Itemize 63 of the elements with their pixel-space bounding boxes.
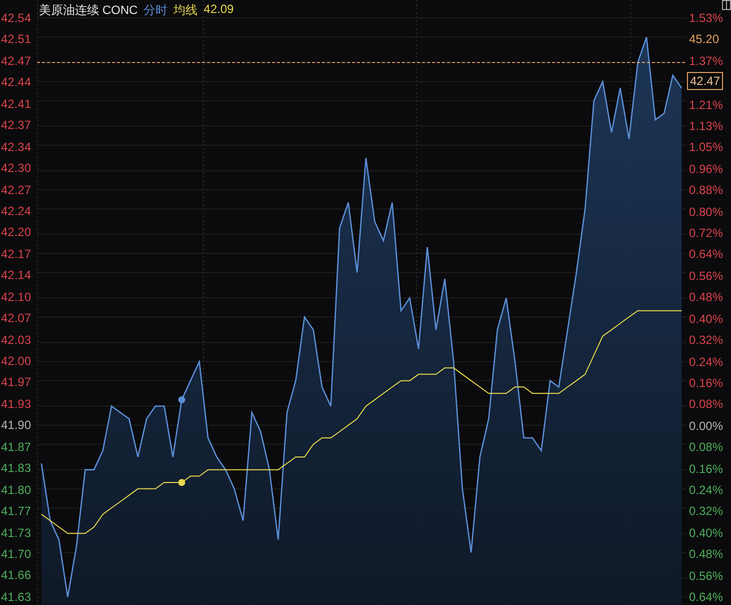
axis-label: 41.63 [1,590,32,604]
cursor-dot [178,478,186,486]
axis-label: 42.47 [1,54,32,68]
axis-label: 42.24 [1,204,32,218]
axis-label: 42.51 [1,32,32,46]
axis-label: 42.00 [1,354,32,368]
legend-label: 均线 [174,2,198,19]
axis-label: 42.34 [1,140,32,154]
axis-label: 41.90 [1,418,32,432]
axis-label: 0.08% [689,397,724,412]
axis-label: 42.27 [1,182,32,196]
chart-title: 美原油连续 CONC [39,2,138,19]
axis-label: 41.66 [1,568,32,582]
axis-label: 42.14 [1,268,32,282]
axis-label: 41.80 [1,482,32,497]
axis-label: 0.40% [689,526,724,540]
axis-label: 1.53% [689,11,724,25]
axis-label: 0.88% [689,183,724,198]
axis-label: 41.77 [1,504,32,518]
axis-label: 1.37% [689,54,724,68]
axis-label: 42.10 [1,290,32,304]
axis-label: 42.03 [1,332,32,347]
axis-label: 42.07 [1,311,32,326]
axis-label: 45.20 [689,32,720,46]
axis-label: 0.24% [689,482,724,497]
price-tag: 42.47 [687,72,724,90]
axis-label: 0.96% [689,162,724,176]
average-value: 42.09 [204,2,234,18]
cursor-dot [178,396,186,404]
axis-label: 0.16% [689,462,724,476]
axis-label: 0.64% [689,590,724,604]
axis-label: 41.93 [1,396,32,411]
axis-label: 0.56% [689,268,724,283]
axis-label: 41.83 [1,461,32,476]
legend-label: 分时 [144,2,168,19]
axis-label: 0.64% [689,247,724,262]
axis-label: 0.32% [689,333,724,348]
axis-label: 0.48% [689,290,724,304]
axis-label: 0.32% [689,504,724,518]
axis-label: 1.05% [689,140,724,154]
axis-label: 41.73 [1,526,32,540]
axis-label: 0.80% [689,204,724,219]
axis-label: 1.13% [689,119,724,134]
axis-label: 42.54 [1,11,32,25]
axis-label: 41.70 [1,546,32,561]
axis-label: 42.44 [1,75,32,90]
axis-label: 0.00% [689,418,724,433]
axis-label: 42.41 [1,96,32,111]
axis-label: 0.72% [689,226,724,240]
axis-label: 0.40% [689,312,724,326]
axis-label: 1.21% [689,98,724,112]
axis-label: 42.20 [1,225,32,240]
axis-label: 0.48% [689,547,724,562]
axis-label: 41.97 [1,375,32,390]
axis-label: 0.24% [689,354,724,368]
axis-label: 41.87 [1,440,32,454]
axis-label: 0.16% [689,376,724,390]
axis-label: 0.56% [689,568,724,583]
window-icon[interactable] [721,0,731,11]
axis-label: 0.08% [689,440,724,454]
axis-label: 42.37 [1,118,32,132]
axis-label: 42.30 [1,161,32,176]
axis-label: 42.17 [1,246,32,261]
